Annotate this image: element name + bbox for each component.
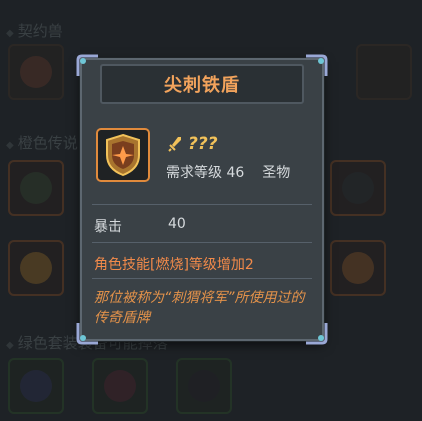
requirement-row: 需求等级 46 圣物 — [166, 162, 290, 182]
corner-ornament-icon — [306, 54, 328, 76]
stat-row-crit: 暴击 40 — [94, 216, 186, 236]
item-icon-frame — [96, 128, 150, 182]
stat-label: 暴击 — [94, 219, 122, 235]
divider — [92, 242, 312, 243]
required-level: 需求等级 46 — [166, 165, 245, 181]
divider — [92, 204, 312, 205]
item-title: 尖刺铁盾 — [164, 75, 240, 96]
sword-icon — [168, 137, 181, 152]
item-name-row: ??? — [168, 134, 218, 154]
item-type: 圣物 — [262, 165, 291, 181]
item-name: ??? — [188, 134, 218, 154]
tooltip-title-bar: 尖刺铁盾 — [100, 64, 304, 104]
corner-ornament-icon — [76, 54, 98, 76]
skill-bonus: 角色技能[燃烧]等级增加2 — [94, 257, 254, 273]
stat-value: 40 — [168, 216, 186, 232]
shield-icon — [106, 133, 140, 177]
item-description: 那位被称为“刺猬将军”所使用过的传奇盾牌 — [94, 290, 305, 326]
divider — [92, 278, 312, 279]
item-tooltip-panel: 尖刺铁盾 ??? 需求等级 46 圣物 暴击 40 角色技能[燃烧]等级增加2 … — [76, 54, 328, 345]
